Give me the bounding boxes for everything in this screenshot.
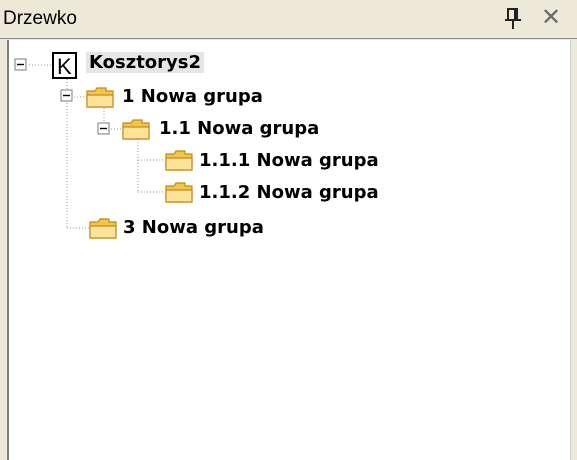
tree-connectors: K <box>14 52 193 239</box>
panel-title: Drzewko <box>3 8 77 29</box>
tree-node-label[interactable]: 1.1 Nowa grupa <box>159 118 319 139</box>
tree-panel: Drzewko ✕ K Kosztorys2 1 Nowa grupa 1.1 … <box>0 0 577 460</box>
folder-icon <box>165 182 193 203</box>
folder-icon <box>165 150 193 171</box>
panel-title-bar: Drzewko ✕ <box>0 0 577 39</box>
tree-root-label[interactable]: Kosztorys2 <box>86 52 205 73</box>
folder-icon <box>89 218 117 239</box>
root-expander[interactable] <box>14 58 27 71</box>
tree-node-label[interactable]: 1.1.2 Nowa grupa <box>199 182 379 203</box>
node-1-expander[interactable] <box>60 89 73 102</box>
root-k-icon: K <box>52 52 77 79</box>
tree-node-label[interactable]: 1 Nowa grupa <box>122 86 263 107</box>
folder-icon <box>122 119 150 140</box>
tree-node-label[interactable]: 3 Nowa grupa <box>123 217 264 238</box>
pin-icon[interactable] <box>503 7 523 31</box>
tree-node-label[interactable]: 1.1.1 Nowa grupa <box>199 150 379 171</box>
folder-icon <box>86 87 114 108</box>
close-icon[interactable]: ✕ <box>538 6 564 32</box>
node-1-1-expander[interactable] <box>97 122 110 135</box>
tree-view[interactable]: K Kosztorys2 1 Nowa grupa 1.1 Nowa grupa… <box>7 40 571 460</box>
svg-text:K: K <box>57 54 72 79</box>
